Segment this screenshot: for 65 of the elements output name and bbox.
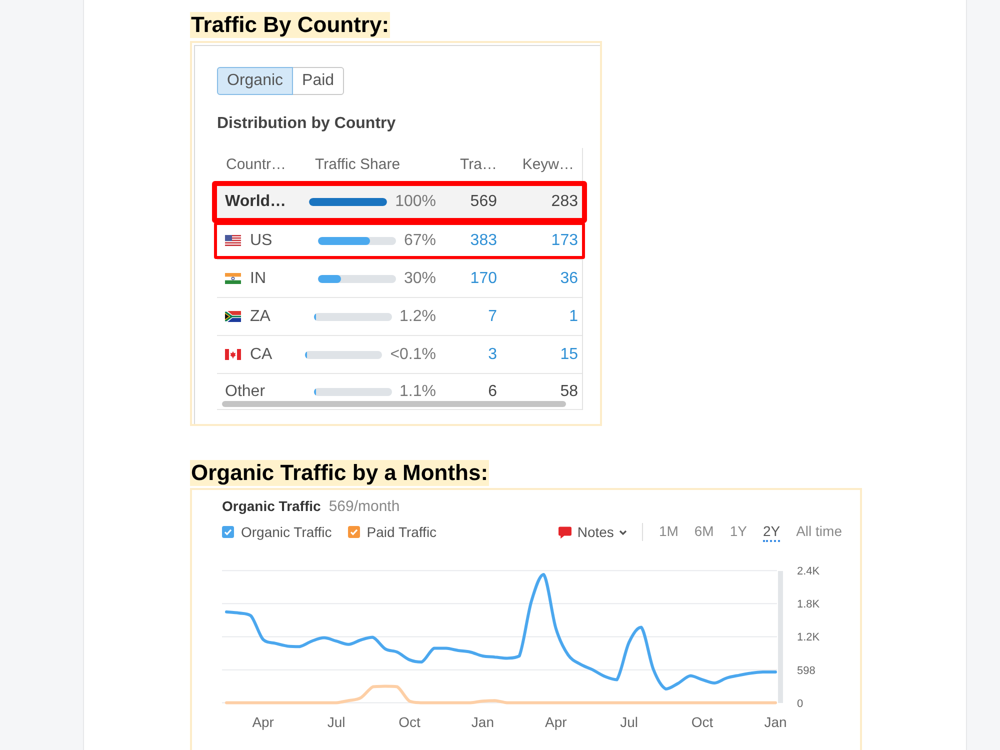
axis-label: Oct [398,714,420,730]
chevron-down-icon [618,530,627,534]
period-tab[interactable]: All time [796,522,842,542]
table-link[interactable]: 170 [470,270,497,286]
table-link[interactable]: 15 [560,346,578,362]
flag-icon [225,311,241,322]
axis-label: 1.2K [797,632,820,644]
table-cell: 6 [488,382,497,400]
period-tab[interactable]: 2Y [762,522,780,542]
period-tab[interactable]: 1M [658,522,678,542]
speech-bubble-icon [558,526,572,538]
table-cell-text: Other [225,382,266,402]
table-cell-text: 100% [395,192,436,212]
flag-icon [225,273,241,284]
table-cell-text: 1.2% [400,306,436,326]
checkbox[interactable] [222,526,234,538]
axis-label: 1.8K [797,598,820,611]
table-cell: 58 [560,382,578,400]
toggle-button[interactable]: Organic [217,67,294,95]
table-cell-text: IN [250,268,266,288]
table-cell-text: World… [225,192,286,212]
table-link[interactable]: 383 [470,232,497,248]
legend-label: Organic Traffic [241,522,332,542]
table-cell: 569 [470,193,497,210]
table-link[interactable]: 36 [560,270,578,286]
table-cell-text: 67% [404,230,436,250]
table-cell-text: US [250,230,272,250]
column-header: Tra… [460,156,497,174]
column-header: Traffic Share [315,156,400,174]
section-title: Distribution by Country [217,114,397,134]
axis-label: 0 [797,698,804,710]
axis-label: 2.4K [797,566,820,578]
legend-label: Paid Traffic [366,522,437,542]
table-link[interactable]: 173 [551,232,578,248]
axis-label: Apr [545,714,567,730]
chart-title: Organic Traffic [222,497,321,516]
table-cell-text: CA [250,344,272,364]
column-header: Countr… [226,156,286,174]
table-cell-text: 1.1% [400,382,436,402]
period-tab[interactable]: 6M [694,522,714,542]
table-link[interactable]: 7 [488,308,497,324]
section-heading: Traffic By Country: [190,12,390,38]
column-header: Keyw… [522,156,574,174]
table-cell: 283 [551,193,578,210]
table-cell-text: 30% [404,268,436,288]
axis-label: Jan [764,714,787,730]
axis-label: 598 [797,664,816,677]
axis-label: Oct [691,714,714,730]
chart-value: 569/month [328,497,400,517]
axis-label: Jul [327,714,346,730]
checkbox[interactable] [348,526,360,538]
flag-icon [225,235,241,246]
axis-label: Jan [471,714,494,730]
section-heading: Organic Traffic by a Months: [190,460,490,486]
table-link[interactable]: 1 [569,308,578,324]
scrollbar[interactable] [222,401,566,407]
flag-icon [225,349,241,360]
period-tab[interactable]: 1Y [730,522,747,542]
axis-label: Apr [252,714,274,730]
notes-button[interactable]: Notes [558,522,627,542]
toggle-button[interactable]: Paid [292,67,344,95]
table-link[interactable]: 3 [488,346,497,362]
axis-label: Jul [620,714,638,730]
table-cell-text: <0.1% [390,344,436,364]
table-cell-text: ZA [250,306,270,326]
